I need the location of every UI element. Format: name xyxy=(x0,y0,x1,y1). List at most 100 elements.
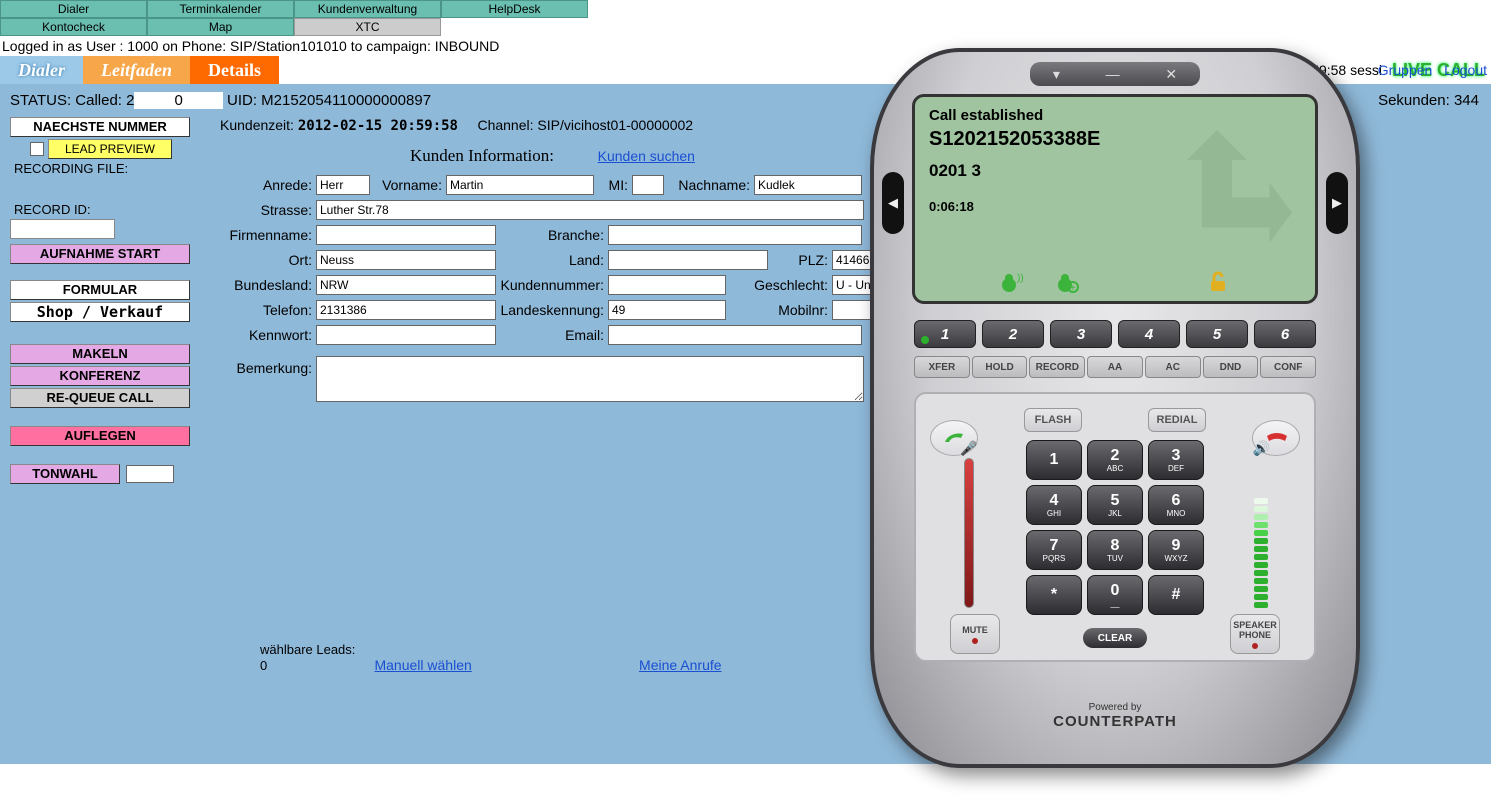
seconds-counter: Sekunden: 344 xyxy=(1378,92,1479,109)
nachname-label: Nachname: xyxy=(664,177,754,193)
kundenzeit-label: Kundenzeit: xyxy=(220,117,294,133)
key-0[interactable]: 0__ xyxy=(1087,575,1143,615)
mute-button[interactable]: MUTE xyxy=(950,614,1000,654)
naechste-nummer-button[interactable]: NAECHSTE NUMMER xyxy=(10,117,190,137)
menu-helpdesk[interactable]: HelpDesk xyxy=(441,0,588,18)
line-2-button[interactable]: 2 xyxy=(982,320,1044,348)
kennwort-input[interactable] xyxy=(316,325,496,345)
anrede-input[interactable] xyxy=(316,175,370,195)
svg-text:+: + xyxy=(1070,283,1076,293)
line-1-button[interactable]: 1 xyxy=(914,320,976,348)
arrow-right-button[interactable]: ▶ xyxy=(1326,172,1348,234)
nachname-input[interactable] xyxy=(754,175,862,195)
mic-slider[interactable] xyxy=(964,458,974,608)
tonwahl-button[interactable]: TONWAHL xyxy=(10,464,120,484)
dnd-button[interactable]: DND xyxy=(1203,356,1259,378)
left-column: NAECHSTE NUMMER LEAD PREVIEW RECORDING F… xyxy=(10,117,202,673)
key-6[interactable]: 6MNO xyxy=(1148,485,1204,525)
top-links: Gruppen Logout xyxy=(1370,62,1487,78)
meine-anrufe-link[interactable]: Meine Anrufe xyxy=(639,657,722,673)
link-logout[interactable]: Logout xyxy=(1444,62,1487,78)
dial-panel: FLASH REDIAL 1 2ABC 3DEF 4GHI 5JKL 6MNO … xyxy=(914,392,1316,662)
conf-button[interactable]: CONF xyxy=(1260,356,1316,378)
lead-preview-button[interactable]: LEAD PREVIEW xyxy=(48,139,172,159)
unlock-icon xyxy=(1207,271,1231,293)
mi-label: MI: xyxy=(594,177,632,193)
menu-kontocheck[interactable]: Kontocheck xyxy=(0,18,147,36)
aa-button[interactable]: AA xyxy=(1087,356,1143,378)
key-3[interactable]: 3DEF xyxy=(1148,440,1204,480)
telefon-input[interactable] xyxy=(316,300,496,320)
shop-verkauf-button[interactable]: Shop / Verkauf xyxy=(10,302,190,322)
mi-input[interactable] xyxy=(632,175,664,195)
bemerkung-textarea[interactable] xyxy=(316,356,864,402)
line-6-button[interactable]: 6 xyxy=(1254,320,1316,348)
requeue-call-button[interactable]: RE-QUEUE CALL xyxy=(10,388,190,408)
email-label: Email: xyxy=(496,327,608,343)
ac-button[interactable]: AC xyxy=(1145,356,1201,378)
auflegen-button[interactable]: AUFLEGEN xyxy=(10,426,190,446)
kunden-suchen-link[interactable]: Kunden suchen xyxy=(598,148,695,164)
email-input[interactable] xyxy=(608,325,862,345)
arrow-left-button[interactable]: ◀ xyxy=(882,172,904,234)
key-9[interactable]: 9WXYZ xyxy=(1148,530,1204,570)
channel-label: Channel: xyxy=(477,117,533,133)
bundesland-input[interactable] xyxy=(316,275,496,295)
lead-preview-checkbox[interactable] xyxy=(30,142,44,156)
tab-details[interactable]: Details xyxy=(190,56,279,84)
link-gruppen[interactable]: Gruppen xyxy=(1378,62,1432,78)
key-4[interactable]: 4GHI xyxy=(1026,485,1082,525)
line-4-button[interactable]: 4 xyxy=(1118,320,1180,348)
speaker-icon: 🔊 xyxy=(1253,440,1270,457)
menu-map[interactable]: Map xyxy=(147,18,294,36)
ort-label: Ort: xyxy=(220,252,316,268)
key-hash[interactable]: # xyxy=(1148,575,1204,615)
menu-dialer[interactable]: Dialer xyxy=(0,0,147,18)
key-1[interactable]: 1 xyxy=(1026,440,1082,480)
strasse-input[interactable] xyxy=(316,200,864,220)
branche-input[interactable] xyxy=(608,225,862,245)
key-5[interactable]: 5JKL xyxy=(1087,485,1143,525)
recording-file-label: RECORDING FILE: xyxy=(14,161,202,176)
record-id-input[interactable] xyxy=(10,219,115,239)
key-7[interactable]: 7PQRS xyxy=(1026,530,1082,570)
vorname-input[interactable] xyxy=(446,175,594,195)
line-3-button[interactable]: 3 xyxy=(1050,320,1112,348)
makeln-button[interactable]: MAKELN xyxy=(10,344,190,364)
close-icon[interactable]: ✕ xyxy=(1165,66,1177,83)
aufnahme-start-button[interactable]: AUFNAHME START xyxy=(10,244,190,264)
dropdown-icon[interactable]: ▾ xyxy=(1053,66,1060,83)
telefon-label: Telefon: xyxy=(220,302,316,318)
konferenz-button[interactable]: KONFERENZ xyxy=(10,366,190,386)
landeskennung-input[interactable] xyxy=(608,300,726,320)
line-5-button[interactable]: 5 xyxy=(1186,320,1248,348)
key-2[interactable]: 2ABC xyxy=(1087,440,1143,480)
record-button[interactable]: RECORD xyxy=(1029,356,1085,378)
key-star[interactable]: * xyxy=(1026,575,1082,615)
speakerphone-button[interactable]: SPEAKERPHONE xyxy=(1230,614,1280,654)
kundennummer-label: Kundennummer: xyxy=(496,277,608,293)
tab-leitfaden[interactable]: Leitfaden xyxy=(83,56,190,84)
land-input[interactable] xyxy=(608,250,768,270)
tonwahl-input[interactable] xyxy=(126,465,174,483)
ort-input[interactable] xyxy=(316,250,496,270)
key-8[interactable]: 8TUV xyxy=(1087,530,1143,570)
softphone: ▾ — ✕ ◀ ▶ Call established S120215205338… xyxy=(870,48,1360,768)
menu-kundenverwaltung[interactable]: Kundenverwaltung xyxy=(294,0,441,18)
hold-button[interactable]: HOLD xyxy=(972,356,1028,378)
flash-button[interactable]: FLASH xyxy=(1024,408,1082,432)
bundesland-label: Bundesland: xyxy=(220,277,316,293)
watermark-icon xyxy=(1127,115,1307,265)
kundennummer-input[interactable] xyxy=(608,275,726,295)
minimize-icon[interactable]: — xyxy=(1106,66,1120,82)
manuell-waehlen-link[interactable]: Manuell wählen xyxy=(374,657,471,673)
formular-button[interactable]: FORMULAR xyxy=(10,280,190,300)
firmenname-label: Firmenname: xyxy=(220,227,316,243)
menu-terminkalender[interactable]: Terminkalender xyxy=(147,0,294,18)
menu-xtc[interactable]: XTC xyxy=(294,18,441,36)
clear-button[interactable]: CLEAR xyxy=(1083,628,1147,648)
xfer-button[interactable]: XFER xyxy=(914,356,970,378)
tab-dialer[interactable]: Dialer xyxy=(0,56,83,84)
redial-button[interactable]: REDIAL xyxy=(1148,408,1206,432)
firmenname-input[interactable] xyxy=(316,225,496,245)
